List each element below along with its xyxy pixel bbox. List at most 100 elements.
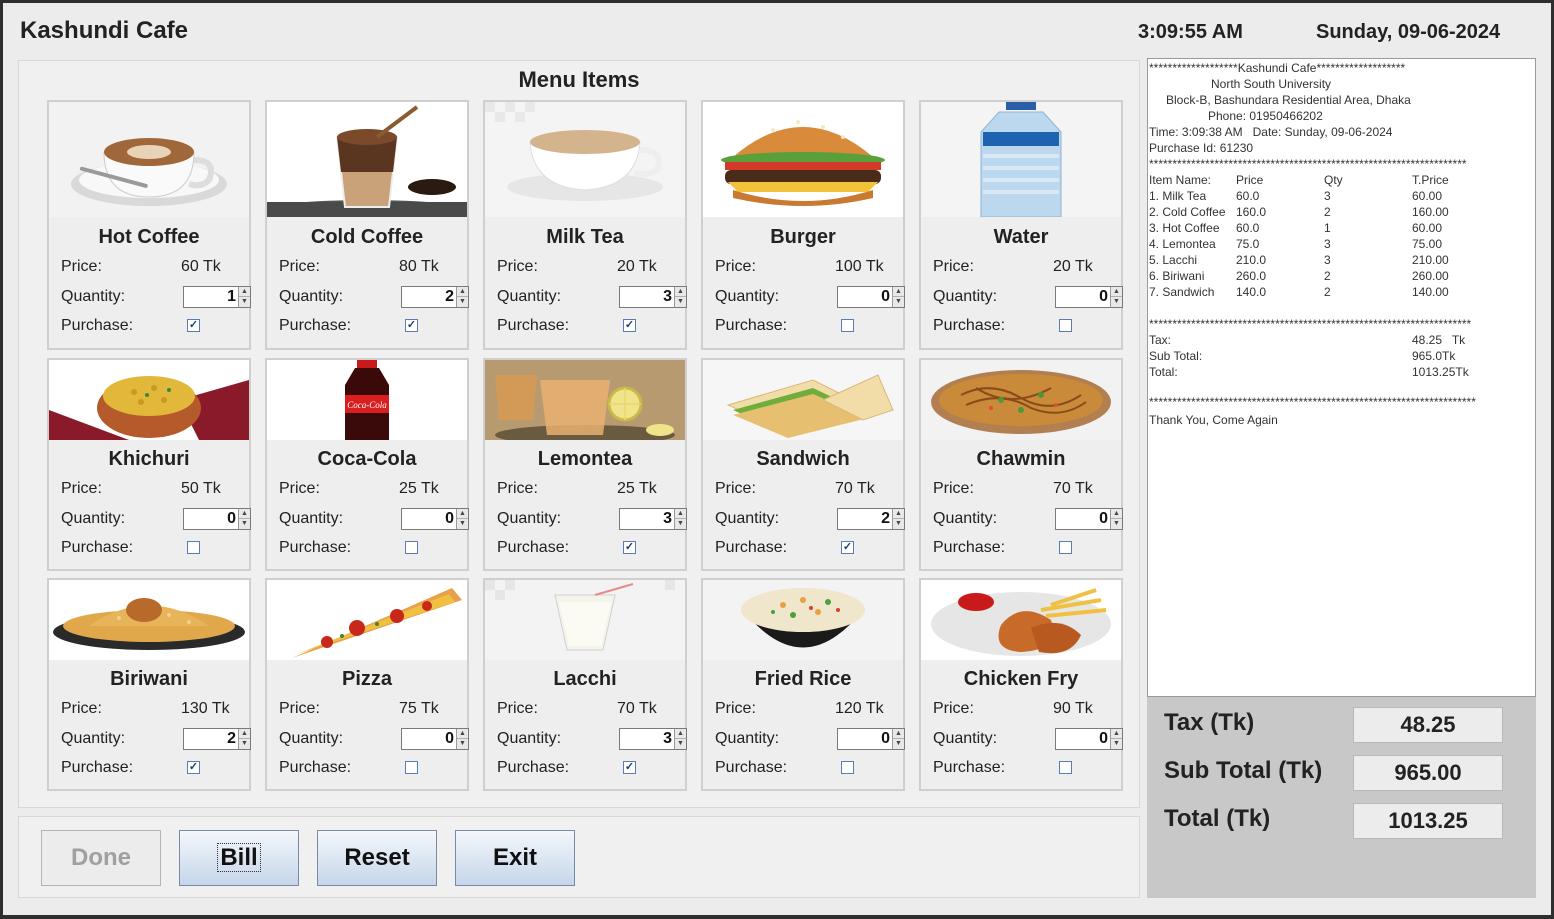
spinner-up-icon[interactable]: ▲ [457,287,468,297]
price-value: 100 Tk [835,258,884,275]
purchase-checkbox[interactable] [1059,761,1072,774]
spinner-arrows[interactable]: ▲ ▼ [456,509,468,529]
spinner-up-icon[interactable]: ▲ [893,729,904,739]
purchase-checkbox[interactable] [841,761,854,774]
exit-button[interactable]: Exit [455,830,575,886]
spinner-down-icon[interactable]: ▼ [1111,297,1122,307]
quantity-spinner[interactable]: 2 ▲ ▼ [183,728,251,750]
purchase-checkbox[interactable]: ✓ [187,319,200,332]
quantity-value: 0 [445,510,454,527]
spinner-arrows[interactable]: ▲ ▼ [674,509,686,529]
quantity-spinner[interactable]: 3 ▲ ▼ [619,286,687,308]
spinner-up-icon[interactable]: ▲ [893,509,904,519]
spinner-down-icon[interactable]: ▼ [239,739,250,749]
spinner-up-icon[interactable]: ▲ [239,509,250,519]
quantity-spinner[interactable]: 1 ▲ ▼ [183,286,251,308]
spinner-down-icon[interactable]: ▼ [893,739,904,749]
spinner-arrows[interactable]: ▲ ▼ [238,729,250,749]
spinner-arrows[interactable]: ▲ ▼ [1110,509,1122,529]
menu-item-chawmin: Chawmin Price: 70 Tk Quantity: 0 ▲ ▼ Purchase: [919,358,1123,571]
item-name: Water [993,226,1049,248]
purchase-checkbox[interactable]: ✓ [623,761,636,774]
purchase-checkbox[interactable] [841,319,854,332]
quantity-label: Quantity: [933,288,998,305]
spinner-up-icon[interactable]: ▲ [457,729,468,739]
spinner-down-icon[interactable]: ▼ [1111,519,1122,529]
spinner-arrows[interactable]: ▲ ▼ [1110,287,1122,307]
purchase-checkbox[interactable]: ✓ [623,319,636,332]
total-field[interactable]: 1013.25 [1353,803,1503,839]
receipt-purchase-id: Purchase Id: 61230 [1149,141,1254,155]
spinner-up-icon[interactable]: ▲ [1111,729,1122,739]
spinner-arrows[interactable]: ▲ ▼ [892,729,904,749]
spinner-up-icon[interactable]: ▲ [675,509,686,519]
receipt-line-qty: 1 [1324,221,1331,235]
quantity-spinner[interactable]: 2 ▲ ▼ [401,286,469,308]
spinner-arrows[interactable]: ▲ ▼ [1110,729,1122,749]
button-panel: Done Bill Reset Exit [18,816,1140,898]
quantity-spinner[interactable]: 0 ▲ ▼ [401,508,469,530]
quantity-value: 3 [663,510,672,527]
spinner-down-icon[interactable]: ▼ [239,297,250,307]
spinner-arrows[interactable]: ▲ ▼ [456,287,468,307]
purchase-label: Purchase: [61,317,134,334]
spinner-up-icon[interactable]: ▲ [1111,287,1122,297]
receipt-text-area[interactable]: *******************Kashundi Cafe********… [1147,58,1536,697]
quantity-spinner[interactable]: 0 ▲ ▼ [837,286,905,308]
purchase-checkbox[interactable] [1059,541,1072,554]
spinner-down-icon[interactable]: ▼ [1111,739,1122,749]
quantity-spinner[interactable]: 0 ▲ ▼ [837,728,905,750]
tax-field[interactable]: 48.25 [1353,707,1503,743]
quantity-spinner[interactable]: 3 ▲ ▼ [619,728,687,750]
spinner-down-icon[interactable]: ▼ [675,297,686,307]
done-button[interactable]: Done [41,830,161,886]
quantity-spinner[interactable]: 0 ▲ ▼ [183,508,251,530]
spinner-down-icon[interactable]: ▼ [893,297,904,307]
spinner-down-icon[interactable]: ▼ [239,519,250,529]
spinner-down-icon[interactable]: ▼ [457,739,468,749]
spinner-arrows[interactable]: ▲ ▼ [238,287,250,307]
bill-button[interactable]: Bill [179,830,299,886]
quantity-spinner[interactable]: 2 ▲ ▼ [837,508,905,530]
subtotal-field[interactable]: 965.00 [1353,755,1503,791]
receipt-line-price: 160.0 [1236,205,1267,219]
purchase-checkbox[interactable] [187,541,200,554]
spinner-down-icon[interactable]: ▼ [675,519,686,529]
spinner-up-icon[interactable]: ▲ [239,729,250,739]
spinner-down-icon[interactable]: ▼ [893,519,904,529]
spinner-up-icon[interactable]: ▲ [239,287,250,297]
spinner-arrows[interactable]: ▲ ▼ [892,509,904,529]
quantity-label: Quantity: [715,510,780,527]
purchase-checkbox[interactable]: ✓ [405,319,418,332]
quantity-spinner[interactable]: 0 ▲ ▼ [401,728,469,750]
purchase-checkbox[interactable] [405,761,418,774]
purchase-checkbox[interactable]: ✓ [841,541,854,554]
fried-rice-image [703,580,903,660]
spinner-down-icon[interactable]: ▼ [457,519,468,529]
purchase-checkbox[interactable] [1059,319,1072,332]
spinner-arrows[interactable]: ▲ ▼ [456,729,468,749]
quantity-spinner[interactable]: 0 ▲ ▼ [1055,728,1123,750]
reset-button[interactable]: Reset [317,830,437,886]
spinner-down-icon[interactable]: ▼ [675,739,686,749]
quantity-spinner[interactable]: 3 ▲ ▼ [619,508,687,530]
purchase-checkbox[interactable]: ✓ [623,541,636,554]
item-name: Fried Rice [754,668,852,690]
spinner-up-icon[interactable]: ▲ [675,729,686,739]
purchase-checkbox[interactable] [405,541,418,554]
spinner-arrows[interactable]: ▲ ▼ [892,287,904,307]
spinner-up-icon[interactable]: ▲ [457,509,468,519]
spinner-down-icon[interactable]: ▼ [457,297,468,307]
quantity-spinner[interactable]: 0 ▲ ▼ [1055,508,1123,530]
receipt-line-price: 60.0 [1236,221,1260,235]
item-name: Burger [770,226,836,248]
spinner-up-icon[interactable]: ▲ [1111,509,1122,519]
quantity-spinner[interactable]: 0 ▲ ▼ [1055,286,1123,308]
spinner-arrows[interactable]: ▲ ▼ [674,729,686,749]
spinner-up-icon[interactable]: ▲ [675,287,686,297]
purchase-checkbox[interactable]: ✓ [187,761,200,774]
spinner-up-icon[interactable]: ▲ [893,287,904,297]
spinner-arrows[interactable]: ▲ ▼ [238,509,250,529]
spinner-arrows[interactable]: ▲ ▼ [674,287,686,307]
price-value: 90 Tk [1053,700,1093,717]
